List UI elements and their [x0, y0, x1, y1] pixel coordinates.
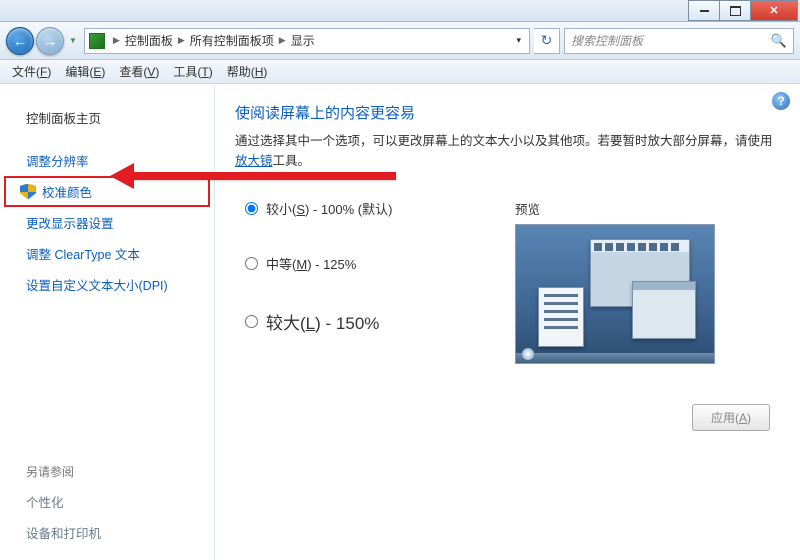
see-also-heading: 另请参阅 [0, 457, 214, 486]
search-placeholder: 搜索控制面板 [571, 32, 643, 49]
menu-help[interactable]: 帮助(H) [221, 60, 274, 83]
option-small[interactable]: 较小(S) - 100% (默认) [235, 199, 515, 218]
sidebar-item-label: 校准颜色 [42, 182, 92, 201]
sidebar-sec-devices[interactable]: 设备和打印机 [0, 517, 214, 548]
chevron-right-icon: ▶ [277, 35, 288, 46]
sidebar-item-cleartype[interactable]: 调整 ClearType 文本 [0, 238, 214, 269]
navbar: ← → ▼ ▶ 控制面板 ▶ 所有控制面板项 ▶ 显示 ▾ ↻ 搜索控制面板 🔍 [0, 22, 800, 60]
chevron-right-icon: ▶ [111, 35, 122, 46]
chevron-right-icon: ▶ [176, 35, 187, 46]
nav-arrows: ← → ▼ [6, 27, 80, 55]
radio-medium[interactable] [245, 257, 258, 270]
magnifier-link[interactable]: 放大镜 [235, 154, 273, 168]
minimize-button[interactable] [688, 0, 720, 21]
main-content: ? 使阅读屏幕上的内容更容易 通过选择其中一个选项，可以更改屏幕上的文本大小以及… [215, 84, 800, 560]
page-description: 通过选择其中一个选项，可以更改屏幕上的文本大小以及其他项。若要暂时放大部分屏幕，… [235, 131, 780, 171]
menu-view[interactable]: 查看(V) [113, 60, 165, 83]
menu-file[interactable]: 文件(F) [6, 60, 57, 83]
radio-small[interactable] [245, 202, 258, 215]
refresh-icon: ↻ [541, 32, 553, 49]
sidebar-item-display-settings[interactable]: 更改显示器设置 [0, 207, 214, 238]
page-title: 使阅读屏幕上的内容更容易 [235, 102, 780, 123]
arrow-left-icon: ← [13, 33, 27, 49]
preview-image [515, 224, 715, 364]
menu-edit[interactable]: 编辑(E) [59, 60, 111, 83]
controlpanel-icon [89, 33, 105, 49]
history-dropdown-icon[interactable]: ▼ [66, 36, 80, 45]
address-bar[interactable]: ▶ 控制面板 ▶ 所有控制面板项 ▶ 显示 ▾ [84, 28, 530, 54]
preview-column: 预览 [515, 199, 780, 370]
sidebar-item-custom-dpi[interactable]: 设置自定义文本大小(DPI) [0, 269, 214, 300]
arrow-right-icon: → [43, 33, 57, 49]
sidebar-item-calibrate-color[interactable]: 校准颜色 [4, 176, 210, 207]
option-large[interactable]: 较大(L) - 150% [235, 309, 515, 334]
search-input[interactable]: 搜索控制面板 🔍 [564, 28, 794, 54]
apply-button[interactable]: 应用(A) [692, 404, 770, 431]
preview-label: 预览 [515, 199, 780, 218]
breadcrumb-item[interactable]: 显示 [288, 32, 318, 49]
search-icon: 🔍 [771, 33, 787, 49]
menu-tools[interactable]: 工具(T) [167, 60, 218, 83]
titlebar [0, 0, 800, 22]
menubar: 文件(F) 编辑(E) 查看(V) 工具(T) 帮助(H) [0, 60, 800, 84]
size-options: 较小(S) - 100% (默认) 中等(M) - 125% 较大(L) - 1… [235, 199, 515, 370]
sidebar: 控制面板主页 调整分辨率 校准颜色 更改显示器设置 调整 ClearType 文… [0, 84, 215, 560]
back-button[interactable]: ← [6, 27, 34, 55]
address-dropdown-icon[interactable]: ▾ [512, 35, 525, 46]
sidebar-home[interactable]: 控制面板主页 [0, 102, 214, 133]
sidebar-sec-personalization[interactable]: 个性化 [0, 486, 214, 517]
help-icon[interactable]: ? [772, 92, 790, 110]
breadcrumb-item[interactable]: 所有控制面板项 [187, 32, 277, 49]
refresh-button[interactable]: ↻ [534, 28, 560, 54]
sidebar-item-resolution[interactable]: 调整分辨率 [0, 145, 214, 176]
maximize-button[interactable] [719, 0, 751, 21]
shield-icon [20, 184, 36, 200]
breadcrumb-item[interactable]: 控制面板 [122, 32, 176, 49]
radio-large[interactable] [245, 315, 258, 328]
option-medium[interactable]: 中等(M) - 125% [235, 254, 515, 273]
forward-button[interactable]: → [36, 27, 64, 55]
body: 控制面板主页 调整分辨率 校准颜色 更改显示器设置 调整 ClearType 文… [0, 84, 800, 560]
close-button[interactable] [750, 0, 798, 21]
